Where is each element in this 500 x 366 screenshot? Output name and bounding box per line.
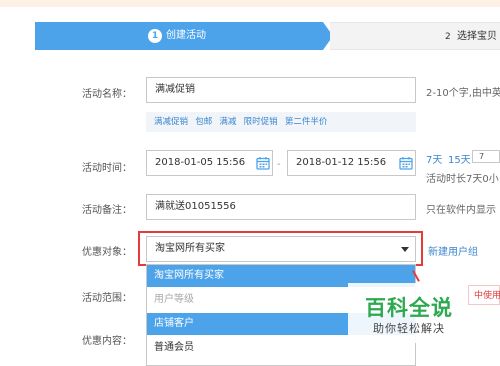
quick-15-days[interactable]: 15天: [448, 151, 471, 166]
step-select-items[interactable]: 2 选择宝贝: [330, 22, 500, 50]
quick-tags: 满减促销 包邮 满减 限时促销 第二件半价: [146, 112, 416, 132]
remark-hint: 只在软件内显示: [426, 205, 496, 216]
date-range-separator: -: [277, 159, 281, 170]
tag-dierjian-banjia[interactable]: 第二件半价: [285, 117, 328, 127]
scope-label: 活动范围：: [82, 293, 132, 304]
calendar-icon[interactable]: [256, 156, 270, 170]
top-band: [0, 0, 500, 7]
duration-hint: 活动时长7天0小: [426, 174, 499, 185]
quick-7-days[interactable]: 7天: [426, 151, 442, 166]
target-select-value: 淘宝网所有买家: [155, 243, 225, 254]
steps-bar: 1 创建活动 2 选择宝贝: [0, 22, 500, 50]
new-user-group-link[interactable]: 新建用户组: [428, 243, 478, 258]
step-number: 2: [445, 32, 451, 42]
calendar-icon[interactable]: [399, 156, 413, 170]
activity-name-input[interactable]: 满减促销: [146, 77, 416, 103]
step-create-activity[interactable]: 1 创建活动: [35, 22, 333, 50]
activity-name-label: 活动名称：: [82, 89, 132, 100]
tag-manjian[interactable]: 满减: [219, 117, 236, 127]
watermark-tagline: 助你轻松解决: [373, 322, 445, 335]
end-time-input[interactable]: 2018-01-12 15:56: [287, 150, 416, 176]
start-time-input[interactable]: 2018-01-05 15:56: [146, 150, 273, 176]
scope-hint: 中使用: [474, 291, 500, 301]
watermark-logo-text: 百科全说: [365, 296, 453, 320]
step-label: 选择宝贝: [457, 31, 497, 42]
caret-down-icon: [401, 247, 409, 252]
target-select[interactable]: 淘宝网所有买家: [146, 236, 416, 262]
tag-manjian-cuxiao[interactable]: 满减促销: [154, 117, 188, 127]
tag-xianshi-cuxiao[interactable]: 限时促销: [244, 117, 278, 127]
tag-baoyou[interactable]: 包邮: [195, 117, 212, 127]
custom-days-input[interactable]: 7: [472, 150, 500, 163]
remark-input[interactable]: 满就送01051556: [146, 194, 416, 220]
activity-time-label: 活动时间：: [82, 163, 132, 174]
step-number-badge: 1: [148, 29, 162, 43]
target-label: 优惠对象：: [82, 247, 132, 258]
step-label: 创建活动: [166, 30, 206, 41]
remark-label: 活动备注：: [82, 205, 132, 216]
activity-name-hint: 2-10个字,由中英: [426, 88, 500, 99]
content-label: 优惠内容：: [82, 336, 132, 347]
